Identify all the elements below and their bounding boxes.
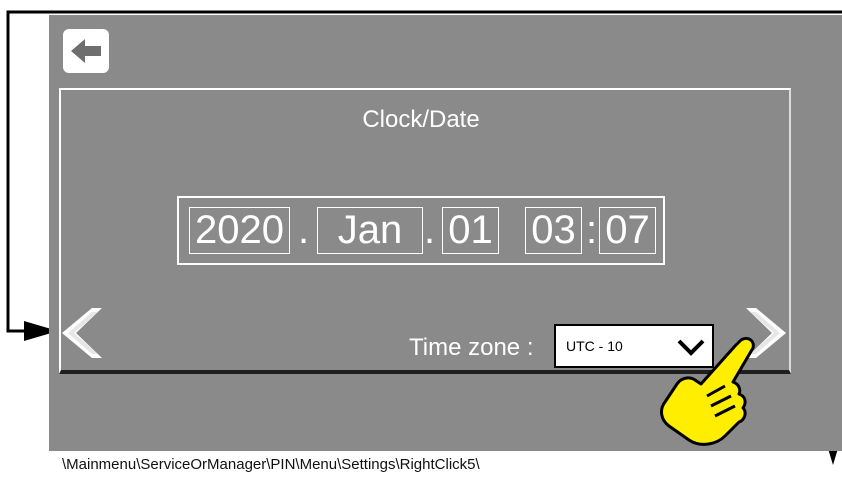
time-zone-label: Time zone : [409,334,534,361]
menu-path: \Mainmenu\ServiceOrManager\PIN\Menu\Sett… [62,456,480,473]
month-field[interactable]: Jan [317,207,423,254]
time-separator: : [586,208,598,252]
day-field[interactable]: 01 [442,207,499,254]
minute-field[interactable]: 07 [599,207,656,254]
back-button[interactable] [63,29,109,73]
year-field[interactable]: 2020 [189,207,290,254]
date-separator: . [298,208,310,252]
date-separator: . [424,208,436,252]
hour-field[interactable]: 03 [525,207,582,254]
pointing-hand-icon [660,336,755,446]
page-title: Clock/Date [362,106,480,133]
chevron-left-icon[interactable] [62,308,102,358]
time-zone-value: UTC - 10 [566,338,623,354]
arrow-left-icon [71,39,101,63]
